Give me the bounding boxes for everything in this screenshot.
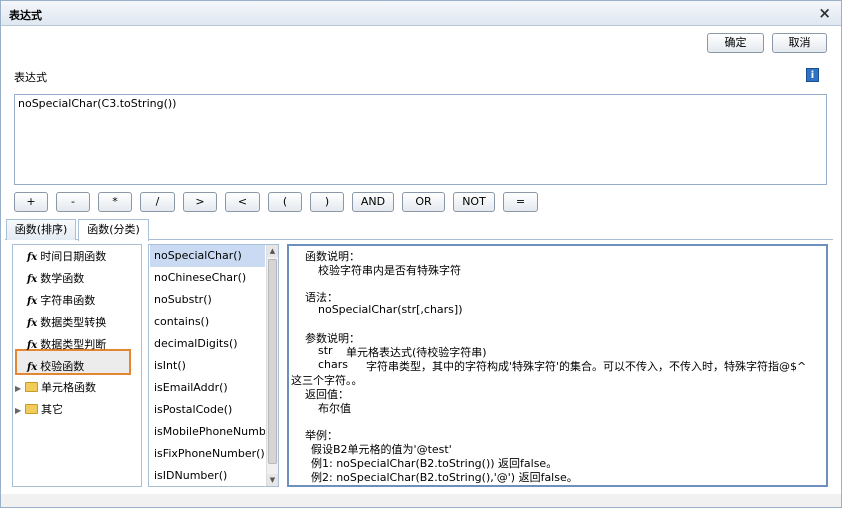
function-item[interactable]: noSubstr()	[154, 292, 212, 308]
folder-other[interactable]: ▶ 其它	[15, 400, 63, 420]
function-icon: fx	[27, 274, 38, 285]
function-item[interactable]: isFixPhoneNumber()	[154, 446, 265, 462]
folder-icon	[25, 382, 38, 392]
folder-icon	[25, 404, 38, 414]
desc-text: 校验字符串内是否有特殊字符	[318, 264, 461, 277]
desc-example: 例2: noSpecialChar(B2.toString(),'@') 返回f…	[311, 471, 578, 484]
function-icon: fx	[27, 340, 38, 351]
category-string[interactable]: fx 字符串函数	[27, 291, 95, 311]
category-math[interactable]: fx 数学函数	[27, 269, 84, 289]
expression-label: 表达式	[14, 71, 47, 84]
operator-less-button[interactable]: <	[225, 192, 260, 212]
status-bar	[1, 494, 841, 507]
cancel-button[interactable]: 取消	[772, 33, 827, 53]
function-icon: fx	[27, 296, 38, 307]
category-label: 数据类型判断	[40, 338, 107, 351]
tab-functions-categorized[interactable]: 函数(分类)	[78, 219, 149, 241]
expression-dialog: 表达式 × 确定 取消 表达式 i noSpecialChar(C3.toStr…	[0, 0, 842, 508]
category-label: 字符串函数	[40, 294, 96, 307]
folder-cell-functions[interactable]: ▶ 单元格函数	[15, 378, 96, 398]
operator-equal-button[interactable]: =	[503, 192, 538, 212]
category-label: 时间日期函数	[40, 250, 107, 263]
function-item[interactable]: noChineseChar()	[154, 270, 246, 286]
tab-functions-sorted[interactable]: 函数(排序)	[6, 219, 76, 240]
info-icon[interactable]: i	[806, 68, 819, 82]
operator-or-button[interactable]: OR	[402, 192, 445, 212]
expand-arrow-icon[interactable]: ▶	[15, 401, 25, 421]
category-type-check[interactable]: fx 数据类型判断	[27, 335, 106, 355]
operator-divide-button[interactable]: /	[140, 192, 175, 212]
desc-param-name: chars	[318, 358, 349, 371]
expression-input[interactable]: noSpecialChar(C3.toString())	[14, 94, 827, 185]
scroll-thumb[interactable]	[268, 259, 277, 464]
scroll-up-icon[interactable]: ▲	[267, 245, 278, 257]
operator-plus-button[interactable]: +	[14, 192, 48, 212]
function-description-panel: 函数说明： 校验字符串内是否有特殊字符 语法： noSpecialChar(st…	[287, 244, 828, 487]
operator-rparen-button[interactable]: )	[310, 192, 344, 212]
function-item[interactable]: isInt()	[154, 358, 186, 374]
function-icon: fx	[27, 362, 38, 373]
expand-arrow-icon[interactable]: ▶	[15, 379, 25, 399]
desc-param-text: 字符串类型，其中的字符构成'特殊字符'的集合。可以不传入，不传入时，特殊字符指@…	[366, 360, 807, 373]
function-icon: fx	[27, 318, 38, 329]
function-list-scrollbar[interactable]: ▲ ▼	[266, 245, 278, 486]
scroll-down-icon[interactable]: ▼	[267, 474, 278, 486]
folder-label: 其它	[41, 403, 63, 416]
close-icon[interactable]: ×	[818, 4, 831, 22]
function-item[interactable]: noSpecialChar()	[154, 248, 242, 264]
operator-and-button[interactable]: AND	[352, 192, 394, 212]
title-bar: 表达式 ×	[1, 1, 841, 26]
function-item[interactable]: isMobilePhoneNumber()	[154, 424, 265, 440]
category-validation[interactable]: fx 校验函数	[27, 357, 84, 377]
folder-label: 单元格函数	[41, 381, 96, 394]
dialog-title: 表达式	[9, 9, 42, 22]
desc-text: noSpecialChar(str[,chars])	[318, 303, 463, 316]
ok-button[interactable]: 确定	[707, 33, 764, 53]
function-item[interactable]: isIDNumber()	[154, 468, 227, 484]
category-datetime[interactable]: fx 时间日期函数	[27, 247, 106, 267]
function-item[interactable]: contains()	[154, 314, 209, 330]
function-item[interactable]: isEmailAddr()	[154, 380, 228, 396]
operator-minus-button[interactable]: -	[56, 192, 90, 212]
category-label: 数学函数	[40, 272, 85, 285]
desc-param-name: str	[318, 344, 333, 357]
function-icon: fx	[27, 252, 38, 263]
function-item[interactable]: isPostalCode()	[154, 402, 232, 418]
desc-text: 布尔值	[318, 402, 351, 415]
operator-not-button[interactable]: NOT	[453, 192, 495, 212]
operator-lparen-button[interactable]: (	[268, 192, 302, 212]
function-item[interactable]: decimalDigits()	[154, 336, 238, 352]
category-label: 数据类型转换	[40, 316, 107, 329]
category-type-conversion[interactable]: fx 数据类型转换	[27, 313, 106, 333]
operator-multiply-button[interactable]: *	[98, 192, 132, 212]
operator-greater-button[interactable]: >	[183, 192, 217, 212]
category-label: 校验函数	[40, 360, 85, 373]
